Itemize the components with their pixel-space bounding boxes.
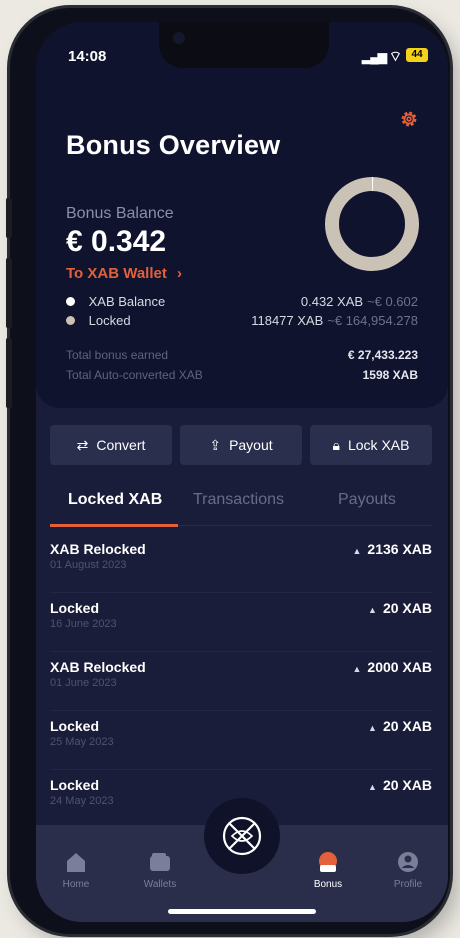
item-amount: ▲ 20 XAB: [368, 718, 432, 734]
lock-icon: ▲: [368, 605, 377, 615]
legend-eur-value: ~€ 0.602: [367, 294, 418, 309]
legend-dot-beige: [66, 316, 75, 325]
tab-bar: Locked XAB Transactions Payouts: [50, 483, 432, 527]
total-label: Total Auto-converted XAB: [66, 368, 203, 382]
total-value: 1598 XAB: [362, 368, 418, 382]
balance-value: € 0.342: [66, 225, 167, 258]
list-item[interactable]: Locked 16 June 2023 ▲ 20 XAB: [50, 593, 432, 652]
legend-label: Locked: [88, 313, 131, 328]
action-buttons: ⇄ Convert ⇪ Payout 🔒︎ Lock XAB: [50, 425, 432, 465]
item-date: 01 August 2023: [50, 559, 127, 571]
item-name: Locked: [50, 600, 100, 616]
battery-icon: 44: [406, 48, 428, 62]
camera: [173, 32, 185, 44]
nav-home[interactable]: Home: [46, 851, 106, 890]
item-amount: ▲ 20 XAB: [368, 600, 432, 616]
balance-donut-chart: [325, 177, 419, 271]
wifi-icon: ⌔: [388, 48, 402, 64]
total-label: Total bonus earned: [66, 348, 169, 362]
tab-locked-xab[interactable]: Locked XAB: [68, 491, 162, 509]
item-amount: ▲ 2136 XAB: [352, 541, 432, 557]
item-amount-value: 20 XAB: [382, 718, 432, 734]
item-amount: ▲ 20 XAB: [368, 777, 432, 793]
item-name: XAB Relocked: [50, 541, 146, 557]
item-name: Locked: [50, 777, 100, 793]
legend-locked: Locked 118477 XAB ~€ 164,954.278: [66, 313, 418, 328]
lock-xab-button-label: Lock XAB: [347, 437, 410, 453]
side-button: [6, 338, 12, 408]
convert-button[interactable]: ⇄ Convert: [50, 425, 172, 465]
signal-icon: ▂▄▆: [362, 50, 387, 64]
item-name: XAB Relocked: [50, 659, 146, 675]
to-wallet-link-label: To XAB Wallet: [66, 265, 167, 282]
item-amount-value: 20 XAB: [382, 777, 432, 793]
item-amount-value: 2000 XAB: [367, 659, 432, 675]
nav-wallets[interactable]: Wallets: [130, 851, 190, 890]
item-amount-value: 20 XAB: [382, 600, 432, 616]
legend-label: XAB Balance: [88, 294, 166, 309]
nav-bonus[interactable]: Bonus: [298, 851, 358, 890]
volume-up-button: [6, 198, 12, 238]
nav-label: Wallets: [143, 879, 177, 890]
legend-eur-value: ~€ 164,954.278: [327, 313, 418, 328]
legend-xab-balance: XAB Balance 0.432 XAB ~€ 0.602: [66, 294, 418, 309]
profile-icon: [398, 852, 418, 872]
upload-icon: ⇪: [209, 436, 222, 453]
home-icon: [67, 853, 85, 872]
lock-icon: ▲: [368, 723, 377, 733]
convert-button-label: Convert: [96, 437, 146, 453]
item-date: 01 June 2023: [50, 677, 117, 689]
total-auto-converted-row: Total Auto-converted XAB 1598 XAB: [66, 368, 418, 382]
item-amount-value: 2136 XAB: [367, 541, 432, 557]
volume-down-button: [6, 258, 12, 328]
tab-payouts[interactable]: Payouts: [338, 491, 396, 509]
nav-label: Bonus: [313, 879, 343, 890]
item-amount: ▲ 2000 XAB: [352, 659, 432, 675]
home-indicator: [168, 909, 316, 914]
app-screen: 14:08 ▂▄▆ ⌔ 44 Bonus Overview Bonus Bala…: [36, 22, 448, 922]
lock-icon: ▲: [368, 782, 377, 792]
item-date: 25 May 2023: [50, 736, 114, 748]
page-title: Bonus Overview: [66, 130, 281, 160]
wallet-icon: [150, 853, 170, 871]
legend-xab-value: 118477 XAB: [251, 313, 324, 328]
gear-icon[interactable]: [398, 108, 420, 130]
status-bar: 14:08 ▂▄▆ ⌔ 44: [68, 48, 428, 70]
item-name: Locked: [50, 718, 100, 734]
lock-xab-button[interactable]: 🔒︎ Lock XAB: [310, 425, 432, 465]
payout-button-label: Payout: [229, 437, 273, 453]
nav-label: Profile: [393, 879, 423, 890]
nav-label: Home: [62, 879, 90, 890]
item-date: 16 June 2023: [50, 618, 117, 630]
bonus-icon: [319, 852, 337, 872]
total-value: € 27,433.223: [347, 348, 418, 362]
legend-xab-value: 0.432 XAB: [300, 294, 364, 309]
lock-icon: ▲: [352, 546, 362, 556]
balance-label: Bonus Balance: [66, 205, 174, 222]
legend-values: 0.432 XAB ~€ 0.602: [301, 294, 418, 309]
donut-locked-segment: [325, 177, 419, 271]
chevron-right-icon: ›: [177, 265, 183, 282]
list-item[interactable]: XAB Relocked 01 June 2023 ▲ 2000 XAB: [50, 652, 432, 711]
list-item[interactable]: XAB Relocked 01 August 2023 ▲ 2136 XAB: [50, 534, 432, 593]
list-item[interactable]: Locked 25 May 2023 ▲ 20 XAB: [50, 711, 432, 770]
item-date: 24 May 2023: [50, 795, 114, 807]
tab-transactions[interactable]: Transactions: [193, 491, 284, 509]
lock-icon: 🔒︎: [332, 436, 340, 453]
legend-dot-white: [66, 297, 75, 306]
to-wallet-link[interactable]: To XAB Wallet ›: [66, 265, 182, 282]
globe-icon: [222, 816, 262, 856]
swap-icon: ⇄: [76, 436, 89, 453]
lock-icon: ▲: [352, 664, 362, 674]
payout-button[interactable]: ⇪ Payout: [180, 425, 302, 465]
status-time: 14:08: [68, 48, 107, 65]
legend-values: 118477 XAB ~€ 164,954.278: [251, 313, 418, 328]
nav-profile[interactable]: Profile: [378, 851, 438, 890]
center-action-button[interactable]: [204, 798, 280, 874]
active-tab-indicator: [50, 524, 178, 527]
total-bonus-earned-row: Total bonus earned € 27,433.223: [66, 348, 418, 362]
